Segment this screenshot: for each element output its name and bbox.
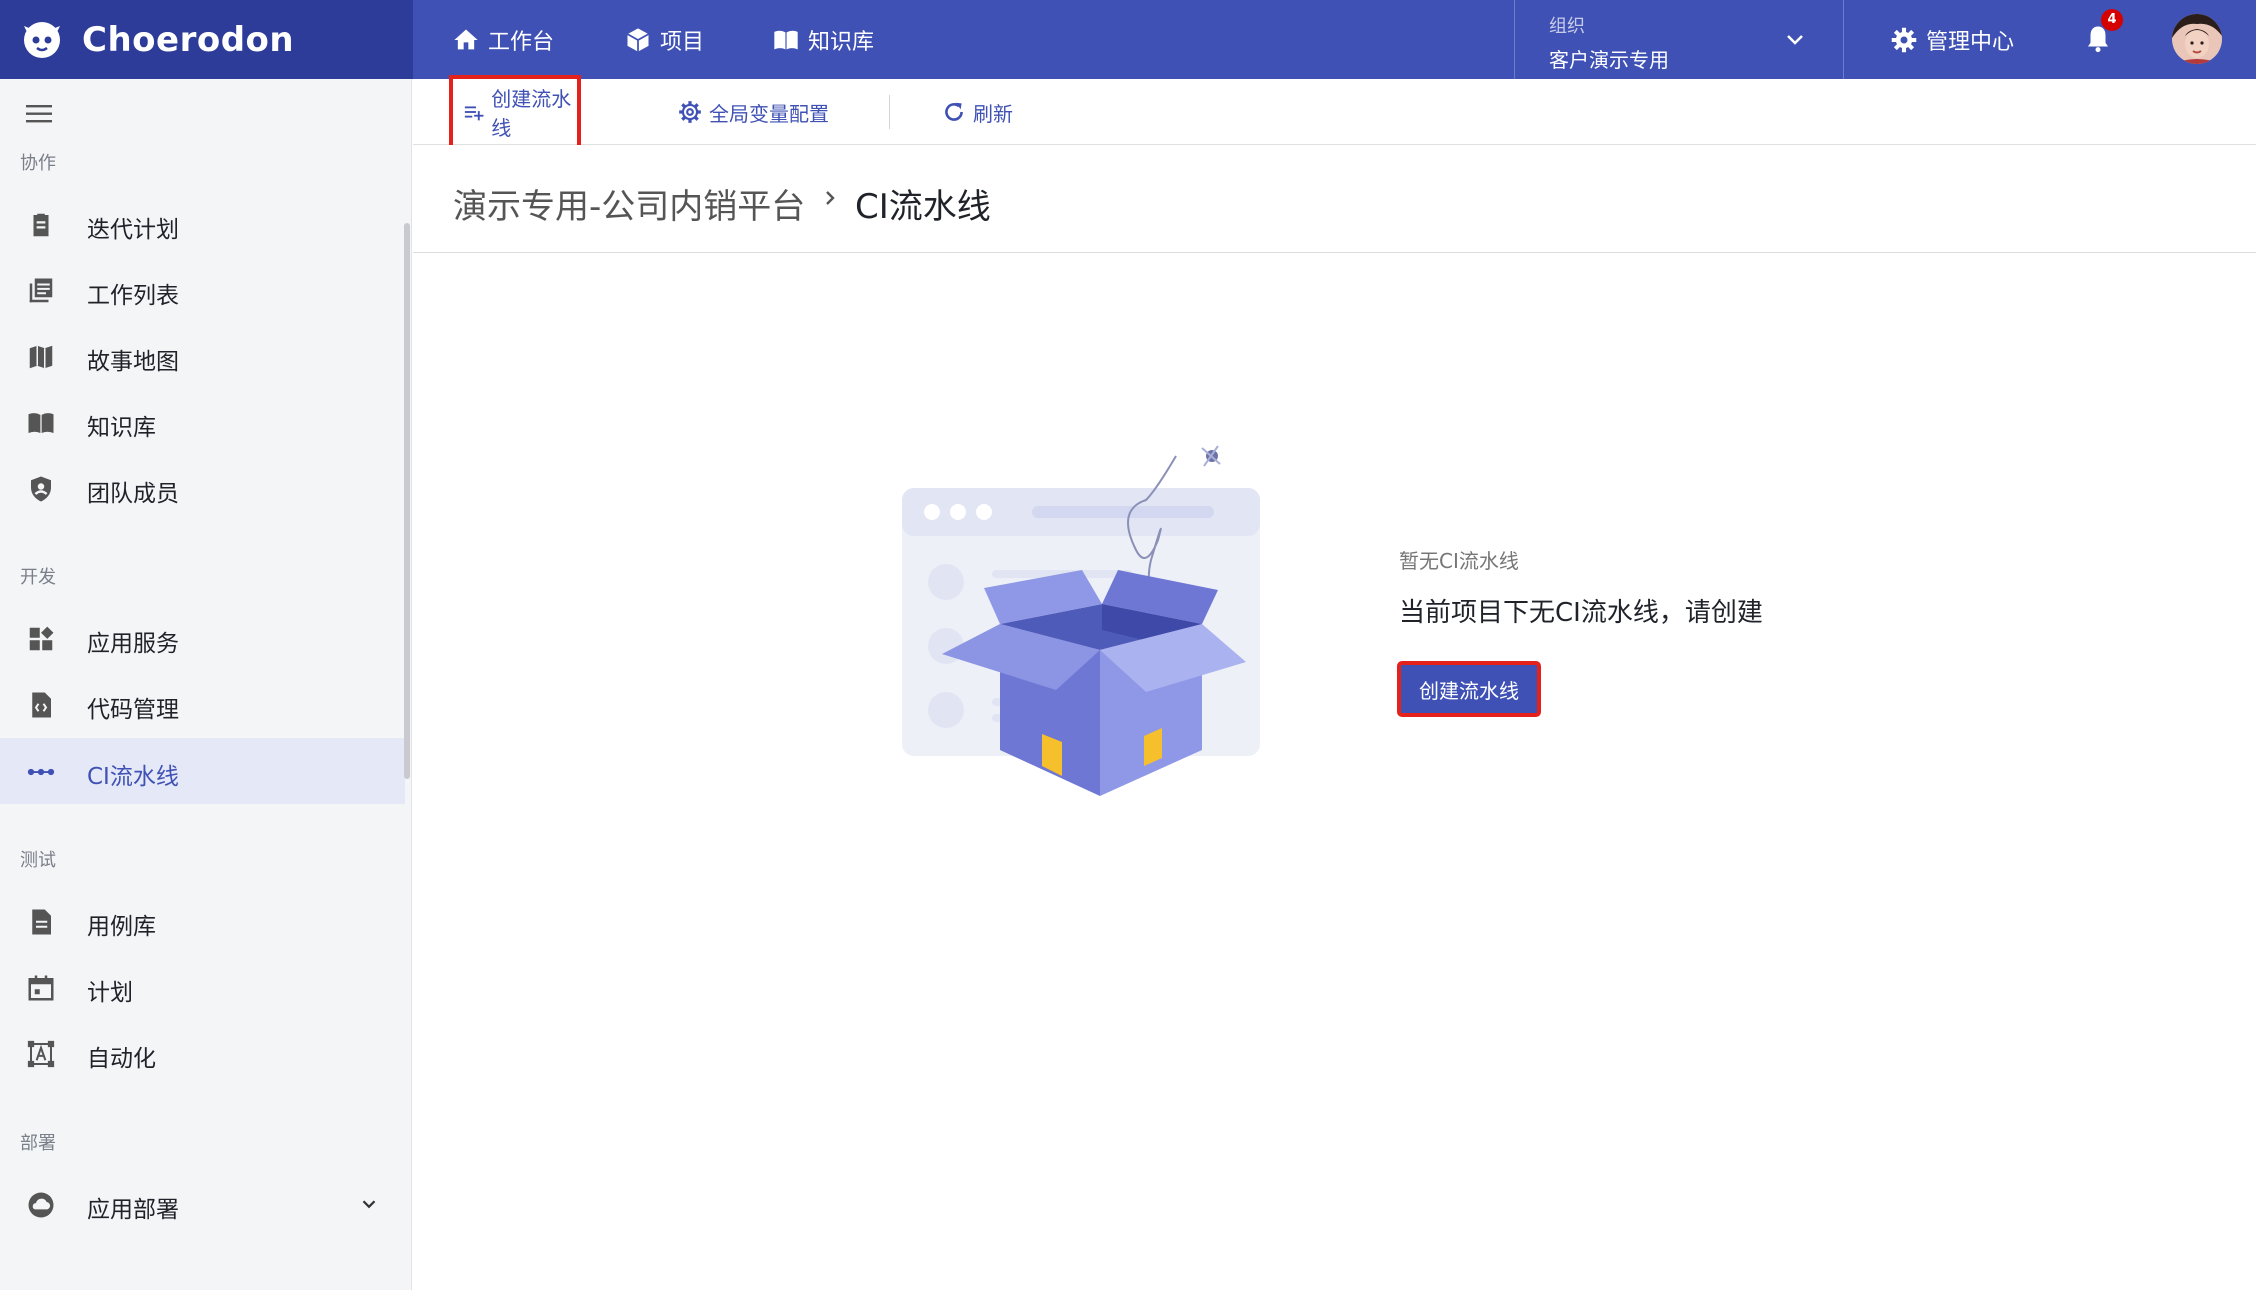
- choerodon-logo-icon: [24, 21, 60, 58]
- toolbar: 创建流水线 全局变量配置 刷新: [413, 75, 2256, 149]
- sidebar-item-label: 应用服务: [87, 631, 179, 657]
- document-icon: [32, 909, 51, 935]
- group-title-deploy: 部署: [20, 1133, 56, 1154]
- automation-icon: [27, 1040, 55, 1068]
- book-icon: [28, 413, 54, 433]
- sidebar-item-caselib[interactable]: 用例库: [0, 888, 405, 954]
- breadcrumb-project[interactable]: 演示专用-公司内销平台: [453, 179, 805, 228]
- sidebar-item-ci-pipeline[interactable]: CI流水线: [0, 738, 405, 804]
- admin-center-label: 管理中心: [1926, 29, 2015, 55]
- calendar-icon: [28, 975, 54, 1001]
- chevron-down-icon[interactable]: [358, 1193, 380, 1215]
- group-title-test: 测试: [20, 850, 56, 871]
- refresh-label: 刷新: [973, 101, 1013, 126]
- group-title-dev: 开发: [20, 567, 56, 588]
- nav-workbench-label: 工作台: [488, 29, 555, 55]
- map-icon: [29, 345, 53, 369]
- chevron-down-icon: [1787, 35, 1803, 45]
- nav-projects[interactable]: 项目: [624, 0, 704, 79]
- sidebar-item-plan[interactable]: 计划: [0, 954, 405, 1020]
- page-title: CI流水线: [855, 187, 991, 227]
- breadcrumb: 演示专用-公司内销平台 CI流水线: [413, 145, 2256, 253]
- code-file-icon: [32, 692, 51, 718]
- avatar[interactable]: [2172, 14, 2222, 64]
- sidebar-item-label: CI流水线: [87, 764, 179, 790]
- nav-projects-label: 项目: [660, 29, 705, 55]
- sidebar-item-automation[interactable]: 自动化: [0, 1020, 405, 1086]
- empty-subtitle: 暂无CI流水线: [1399, 549, 1519, 573]
- empty-box-illustration: [902, 445, 1260, 796]
- sidebar-item-label: 团队成员: [87, 481, 179, 507]
- sidebar-item-members[interactable]: 团队成员: [0, 455, 405, 521]
- gear-icon: [1891, 27, 1917, 52]
- shield-icon: [31, 476, 51, 502]
- sidebar-item-label: 应用部署: [87, 1197, 179, 1223]
- sidebar-scrollbar[interactable]: [404, 223, 410, 779]
- sidebar-item-appservice[interactable]: 应用服务: [0, 605, 405, 671]
- sidebar-item-deploy[interactable]: 应用部署: [0, 1171, 405, 1237]
- global-vars-button[interactable]: 全局变量配置: [677, 79, 829, 145]
- book-icon: [774, 30, 798, 49]
- toolbar-divider: [889, 95, 890, 129]
- org-label: 组织: [1549, 16, 1585, 37]
- sidebar-item-label: 工作列表: [87, 283, 179, 309]
- sidebar-item-label: 用例库: [87, 914, 156, 940]
- cloud-icon: [28, 1192, 54, 1218]
- sidebar: 协作 迭代计划 工作列表 故事地图 知识库 团队成员 开发 应用服务 代码管理 …: [0, 79, 412, 1290]
- nav-knowledge[interactable]: 知识库: [772, 0, 874, 79]
- sidebar-item-label: 自动化: [87, 1046, 156, 1072]
- admin-center-button[interactable]: 管理中心: [1890, 0, 2014, 79]
- org-selector[interactable]: 组织 客户演示专用: [1514, 0, 1844, 79]
- create-pipeline-label: 创建流水线: [491, 87, 572, 140]
- sidebar-item-label: 知识库: [87, 415, 156, 441]
- sidebar-item-label: 故事地图: [87, 349, 179, 375]
- sidebar-item-worklist[interactable]: 工作列表: [0, 257, 405, 323]
- sidebar-item-code[interactable]: 代码管理: [0, 671, 405, 737]
- create-pipeline-button[interactable]: 创建流水线: [449, 75, 581, 149]
- clipboard-icon: [33, 213, 49, 237]
- empty-title: 当前项目下无CI流水线，请创建: [1399, 598, 1763, 628]
- create-pipeline-primary-button[interactable]: 创建流水线: [1397, 661, 1541, 717]
- nav-workbench[interactable]: 工作台: [452, 0, 554, 79]
- app-name: Choerodon: [82, 19, 295, 60]
- playlist-add-icon: [464, 106, 484, 121]
- sidebar-item-storymap[interactable]: 故事地图: [0, 323, 405, 389]
- sidebar-item-label: 迭代计划: [87, 217, 179, 243]
- user-avatar-icon: [2172, 14, 2222, 64]
- global-vars-label: 全局变量配置: [709, 101, 829, 126]
- group-title-collab: 协作: [20, 153, 56, 174]
- cube-icon: [627, 27, 649, 52]
- widgets-icon: [29, 626, 54, 651]
- sidebar-item-iteration[interactable]: 迭代计划: [0, 191, 405, 257]
- refresh-icon: [945, 102, 963, 121]
- sidebar-item-label: 代码管理: [87, 697, 179, 723]
- brand[interactable]: Choerodon: [0, 0, 413, 79]
- org-value: 客户演示专用: [1549, 48, 1669, 72]
- top-bar: Choerodon 工作台 项目 知识库 组织 客户演示专用 管理中心 4: [0, 0, 2256, 79]
- home-icon: [454, 29, 478, 49]
- sidebar-item-label: 计划: [87, 980, 133, 1006]
- pipeline-dots-icon: [27, 768, 55, 776]
- nav-knowledge-label: 知识库: [808, 29, 875, 55]
- sidebar-item-knowledge[interactable]: 知识库: [0, 389, 405, 455]
- notification-badge: 4: [2101, 9, 2123, 31]
- gear-icon: [679, 101, 701, 123]
- refresh-button[interactable]: 刷新: [941, 79, 1013, 145]
- list-icon: [29, 278, 53, 303]
- menu-icon[interactable]: [26, 103, 54, 125]
- chevron-right-icon: [826, 191, 835, 205]
